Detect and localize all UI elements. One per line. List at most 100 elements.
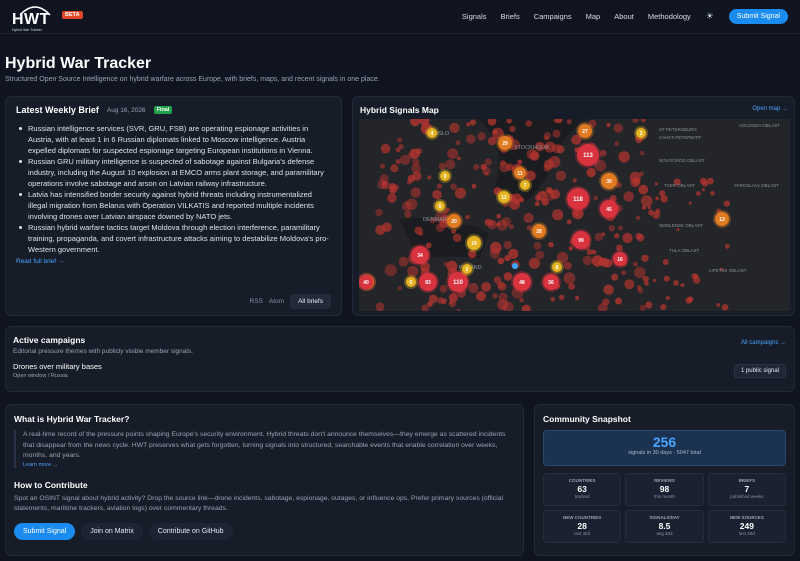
logo[interactable]: HWT Hybrid War Tracker BETA bbox=[12, 3, 83, 32]
heat-dot bbox=[533, 241, 542, 250]
list-item: Latvia has intensified border security a… bbox=[16, 189, 331, 222]
heat-dot bbox=[487, 136, 497, 146]
signals-map[interactable]: OSLO STOCKHOLM ST PETERSBURG САНКТ-ПЕТЕРБУР… bbox=[359, 119, 790, 311]
cluster-count: 7 bbox=[524, 183, 527, 189]
heat-dot bbox=[437, 297, 444, 304]
campaigns-subtitle: Editorial pressure themes with publicly … bbox=[13, 348, 193, 355]
heat-dot bbox=[477, 132, 486, 141]
heat-dot bbox=[723, 200, 730, 207]
heat-dot bbox=[586, 167, 596, 178]
heat-dot bbox=[645, 301, 653, 309]
heat-dot bbox=[660, 195, 668, 203]
map-label: NOVGOROD OBLAST bbox=[659, 158, 705, 163]
heat-dot bbox=[630, 177, 640, 188]
cluster-count: 16 bbox=[617, 257, 623, 263]
campaign-item[interactable]: Drones over military bases bbox=[13, 362, 787, 371]
stat-value: 249 bbox=[739, 521, 754, 531]
cluster-count: 9 bbox=[444, 174, 447, 180]
heat-dot bbox=[411, 163, 421, 174]
heat-dot bbox=[465, 214, 470, 220]
sun-icon[interactable]: ☀ bbox=[705, 11, 715, 22]
heat-dot bbox=[640, 195, 653, 207]
submit-signal-button[interactable]: Submit Signal bbox=[728, 9, 788, 24]
map-label: STOCKHOLM bbox=[514, 145, 549, 151]
cluster-count: 5 bbox=[410, 280, 413, 286]
heat-dot bbox=[517, 159, 523, 165]
heat-dot bbox=[501, 217, 511, 227]
heat-dot bbox=[647, 205, 652, 210]
heat-dot bbox=[497, 257, 505, 265]
submit-signal-cta[interactable]: Submit Signal bbox=[14, 522, 76, 540]
stat-sub: tracked bbox=[574, 494, 590, 499]
selected-signal-marker[interactable] bbox=[512, 263, 518, 269]
heat-dot bbox=[450, 183, 457, 190]
heat-dot bbox=[476, 291, 486, 302]
stat-new-sources: New sources 249 last 30d bbox=[707, 510, 786, 543]
heat-dot bbox=[409, 148, 420, 159]
nav-map[interactable]: Map bbox=[586, 12, 601, 21]
stat-briefs: Briefs 7 published weeks bbox=[707, 473, 786, 506]
map-canvas[interactable]: OSLOSTOCKHOLMST PETERSBURGСАНКТ-ПЕТЕРБУР… bbox=[359, 119, 790, 311]
heat-dot bbox=[432, 189, 442, 200]
stat-sub: last 30d bbox=[738, 531, 755, 536]
stat-sub: published weeks bbox=[730, 494, 764, 499]
open-map-link[interactable]: Open map → bbox=[752, 106, 788, 112]
heat-dot bbox=[492, 293, 498, 299]
nav-campaigns[interactable]: Campaigns bbox=[534, 12, 572, 21]
heat-dot bbox=[395, 147, 401, 153]
heat-dot bbox=[503, 240, 512, 250]
heat-dot bbox=[548, 156, 561, 168]
learn-more-link[interactable]: Learn more → bbox=[16, 462, 515, 468]
heat-dot bbox=[636, 215, 641, 220]
heat-dot bbox=[496, 213, 501, 219]
atom-link[interactable]: Atom bbox=[269, 298, 284, 305]
heat-dot bbox=[601, 232, 606, 237]
heat-dot bbox=[639, 304, 646, 311]
page-tagline: Structured Open Source Intelligence on h… bbox=[5, 76, 380, 83]
heat-dot bbox=[673, 280, 679, 286]
all-briefs-button[interactable]: All briefs bbox=[290, 294, 331, 309]
logo-text: HWT bbox=[12, 10, 50, 28]
stat-label: Signals/day bbox=[649, 515, 680, 520]
stat-sub: this month bbox=[654, 494, 675, 499]
heat-dot bbox=[407, 265, 419, 277]
heat-dot bbox=[606, 122, 611, 128]
heat-dot bbox=[470, 119, 476, 126]
heat-dot bbox=[654, 182, 658, 186]
heat-dot bbox=[614, 233, 620, 239]
cluster-count: 48 bbox=[519, 280, 525, 286]
nav-briefs[interactable]: Briefs bbox=[501, 12, 520, 21]
cluster-count: 40 bbox=[363, 280, 369, 286]
heat-dot bbox=[410, 187, 421, 198]
heat-dot bbox=[591, 249, 597, 255]
nav-signals[interactable]: Signals bbox=[462, 12, 487, 21]
heat-dot bbox=[534, 201, 540, 207]
heat-dot bbox=[504, 255, 511, 262]
read-full-brief-link[interactable]: Read full brief → bbox=[16, 258, 331, 265]
stat-signals-day: Signals/day 8.5 avg 30d bbox=[625, 510, 704, 543]
cluster-count: 113 bbox=[583, 153, 593, 159]
public-signal-badge[interactable]: 1 public signal bbox=[733, 364, 786, 378]
heat-dot bbox=[404, 210, 412, 218]
contribute-github-button[interactable]: Contribute on GitHub bbox=[148, 522, 233, 540]
join-matrix-button[interactable]: Join on Matrix bbox=[81, 522, 143, 540]
rss-link[interactable]: RSS bbox=[250, 298, 263, 305]
heat-dot bbox=[543, 135, 549, 141]
heat-dot bbox=[468, 283, 479, 293]
weekly-brief-card: Latest Weekly Brief Aug 16, 2026 Final R… bbox=[5, 96, 342, 316]
heat-dot bbox=[642, 275, 649, 283]
list-item: Russian GRU military intelligence is sus… bbox=[16, 156, 331, 189]
heat-dot bbox=[665, 296, 670, 301]
nav-methodology[interactable]: Methodology bbox=[648, 12, 691, 21]
cluster-count: 118 bbox=[573, 197, 583, 203]
heat-dot bbox=[559, 294, 565, 301]
heat-dot bbox=[466, 122, 471, 127]
heat-dot bbox=[638, 184, 649, 195]
heat-dot bbox=[454, 187, 466, 199]
nav-links: Signals Briefs Campaigns Map About Metho… bbox=[462, 9, 788, 24]
nav-about[interactable]: About bbox=[614, 12, 634, 21]
heat-dot bbox=[375, 208, 383, 217]
stat-value: 8.5 bbox=[658, 521, 671, 531]
stat-label: New sources bbox=[729, 515, 764, 520]
all-campaigns-link[interactable]: All campaigns → bbox=[741, 340, 786, 346]
